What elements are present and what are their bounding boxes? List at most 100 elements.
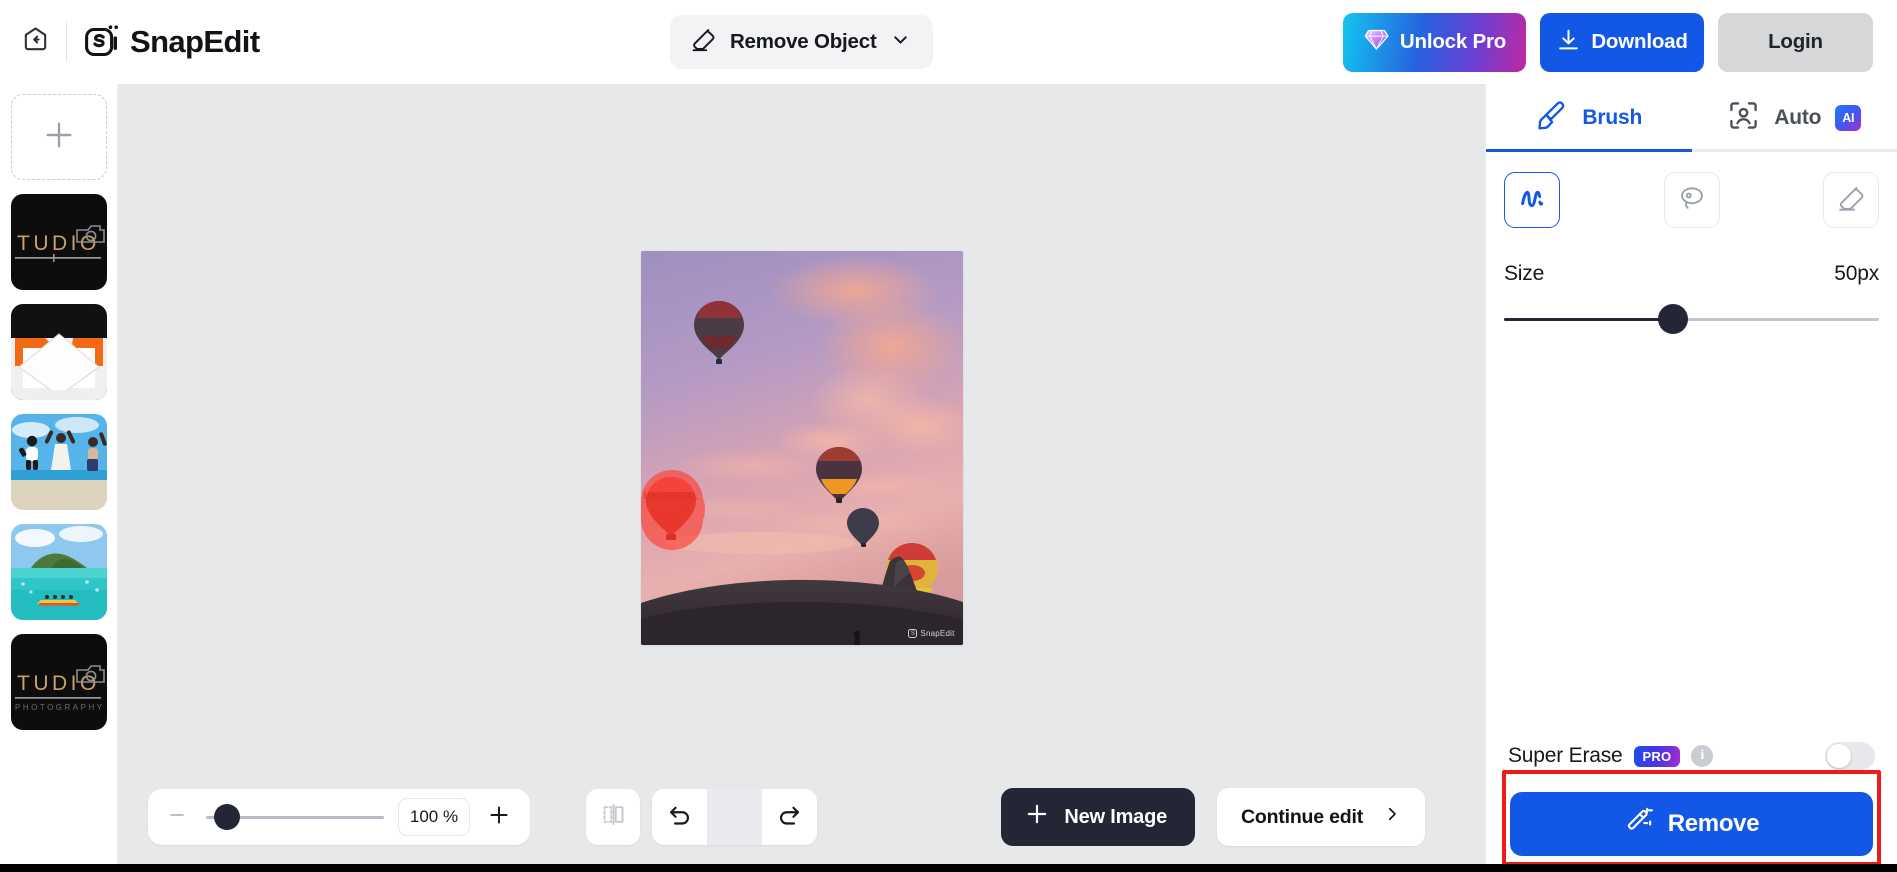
new-image-label: New Image	[1064, 805, 1168, 828]
watermark-logo-icon: S	[908, 629, 918, 638]
download-button[interactable]: Download	[1540, 12, 1704, 72]
unlock-pro-button[interactable]: Unlock Pro	[1343, 12, 1526, 72]
tab-brush-label: Brush	[1582, 106, 1643, 129]
svg-text:PHOTOGRAPHY: PHOTOGRAPHY	[15, 703, 105, 712]
tool-mode-dropdown[interactable]: Remove Object	[669, 15, 933, 69]
zoom-in-button[interactable]	[484, 802, 514, 832]
info-icon[interactable]: i	[1691, 745, 1714, 767]
brush-tool-row	[1504, 172, 1879, 228]
app-header: SnapEdit Remove Object Unlock Pro Downlo…	[0, 0, 1897, 84]
super-erase-label: Super Erase	[1508, 744, 1623, 767]
list-item[interactable]	[10, 524, 107, 620]
panel-body: Size 50px Super Erase PRO i Remove	[1486, 152, 1897, 872]
panel-spacer	[1504, 334, 1879, 742]
brush-size-value: 50px	[1834, 262, 1879, 285]
canvas-bottom-bar: 100 % New Image Continue edit	[118, 762, 1485, 872]
eraser-tool-button[interactable]	[1823, 172, 1879, 228]
eraser-icon	[690, 26, 717, 58]
red-brush-mask	[640, 470, 705, 550]
header-actions: Unlock Pro Download Login	[1343, 12, 1873, 72]
header-divider	[66, 22, 67, 62]
white-envelope-orange-thumb	[10, 304, 107, 400]
person-frame-icon	[1727, 99, 1760, 138]
tab-auto[interactable]: Auto AI	[1692, 84, 1897, 152]
brush-icon	[1535, 99, 1568, 138]
plus-icon	[1023, 800, 1051, 834]
zoom-value[interactable]: 100 %	[398, 798, 470, 836]
chevron-down-icon	[890, 29, 911, 55]
snapedit-watermark: S SnapEdit	[908, 629, 954, 638]
snapedit-app: SnapEdit Remove Object Unlock Pro Downlo…	[0, 0, 1897, 872]
unlock-pro-label: Unlock Pro	[1399, 30, 1507, 53]
login-button[interactable]: Login	[1718, 12, 1873, 72]
home-back-button[interactable]	[14, 21, 56, 63]
editing-photo[interactable]: UNIVERSAL STUDIOS	[640, 251, 963, 645]
minus-icon	[166, 804, 188, 831]
tools-panel: Brush Auto AI Size 50px Super Erase PRO …	[1485, 84, 1897, 872]
list-item[interactable]: TUDIO PHOTOGRAPHY	[10, 634, 107, 730]
scribble-icon	[1517, 183, 1547, 218]
beach-jumping-people-thumb	[10, 414, 107, 510]
studio-logo-dark-2-thumb: TUDIO PHOTOGRAPHY	[10, 634, 107, 730]
zoom-control[interactable]: 100 %	[148, 789, 530, 845]
turquoise-bay-canoe-thumb	[10, 524, 107, 620]
lasso-tool-button[interactable]	[1663, 172, 1720, 228]
zoom-slider-thumb[interactable]	[214, 804, 240, 830]
app-body: TUDIO TUDIO PHOTOGRAPHY S SnapEdit 100 %…	[0, 84, 1897, 872]
compare-split-icon	[600, 801, 627, 833]
zoom-slider[interactable]	[206, 804, 384, 830]
diamond-icon	[1363, 26, 1390, 59]
super-erase-row: Super Erase PRO i	[1504, 742, 1879, 770]
canvas-stage[interactable]: UNIVERSAL STUDIOS	[640, 251, 963, 645]
tool-mode-label: Remove Object	[729, 30, 877, 53]
chevron-right-icon	[1383, 805, 1401, 829]
pro-badge: PRO	[1633, 745, 1681, 767]
download-icon	[1556, 27, 1581, 58]
super-erase-toggle[interactable]	[1825, 742, 1875, 770]
scribble-brush-tool-button[interactable]	[1504, 172, 1560, 228]
download-label: Download	[1591, 30, 1688, 53]
list-item[interactable]: TUDIO	[10, 194, 107, 290]
tab-brush[interactable]: Brush	[1486, 84, 1692, 152]
remove-label: Remove	[1667, 810, 1760, 837]
plus-icon	[486, 802, 512, 833]
eraser-icon	[1836, 183, 1866, 218]
image-thumbnail-rail[interactable]: TUDIO TUDIO PHOTOGRAPHY	[0, 84, 118, 872]
svg-text:TUDIO: TUDIO	[17, 672, 100, 695]
home-back-icon	[21, 25, 50, 59]
editor-canvas-area[interactable]: UNIVERSAL STUDIOS	[118, 84, 1485, 872]
undo-icon	[666, 801, 693, 833]
redo-button[interactable]	[762, 789, 817, 845]
panel-tabs: Brush Auto AI	[1486, 84, 1897, 152]
studio-logo-dark-thumb: TUDIO	[10, 194, 107, 290]
compare-view-button[interactable]	[586, 789, 640, 845]
brush-slider-fill	[1504, 317, 1673, 321]
redo-icon	[776, 801, 803, 833]
remove-button[interactable]: Remove	[1510, 792, 1873, 856]
list-item[interactable]	[10, 304, 107, 400]
remove-button-wrapper: Remove	[1504, 792, 1879, 872]
zoom-out-button[interactable]	[162, 802, 192, 832]
brand-name: SnapEdit	[130, 24, 260, 59]
brand-logo[interactable]: SnapEdit	[83, 23, 260, 61]
new-image-button[interactable]: New Image	[1001, 788, 1196, 846]
add-image-button[interactable]	[10, 94, 107, 180]
plus-icon	[41, 117, 77, 158]
lasso-icon	[1677, 183, 1707, 218]
watermark-label: SnapEdit	[920, 629, 955, 638]
tabs-underline	[1486, 149, 1897, 152]
brush-size-label: Size	[1504, 262, 1545, 285]
history-separator	[707, 789, 762, 845]
ai-badge: AI	[1835, 105, 1862, 131]
list-item[interactable]	[10, 414, 107, 510]
magic-wand-icon	[1624, 806, 1654, 843]
brush-slider-thumb[interactable]	[1657, 304, 1688, 334]
snapedit-logo-icon	[83, 23, 121, 61]
undo-button[interactable]	[652, 789, 707, 845]
login-label: Login	[1768, 30, 1823, 53]
tab-auto-label: Auto	[1774, 106, 1822, 129]
brush-size-slider[interactable]	[1504, 304, 1879, 334]
continue-edit-button[interactable]: Continue edit	[1217, 788, 1425, 846]
bottom-strip	[0, 864, 1897, 872]
history-controls	[652, 789, 817, 845]
